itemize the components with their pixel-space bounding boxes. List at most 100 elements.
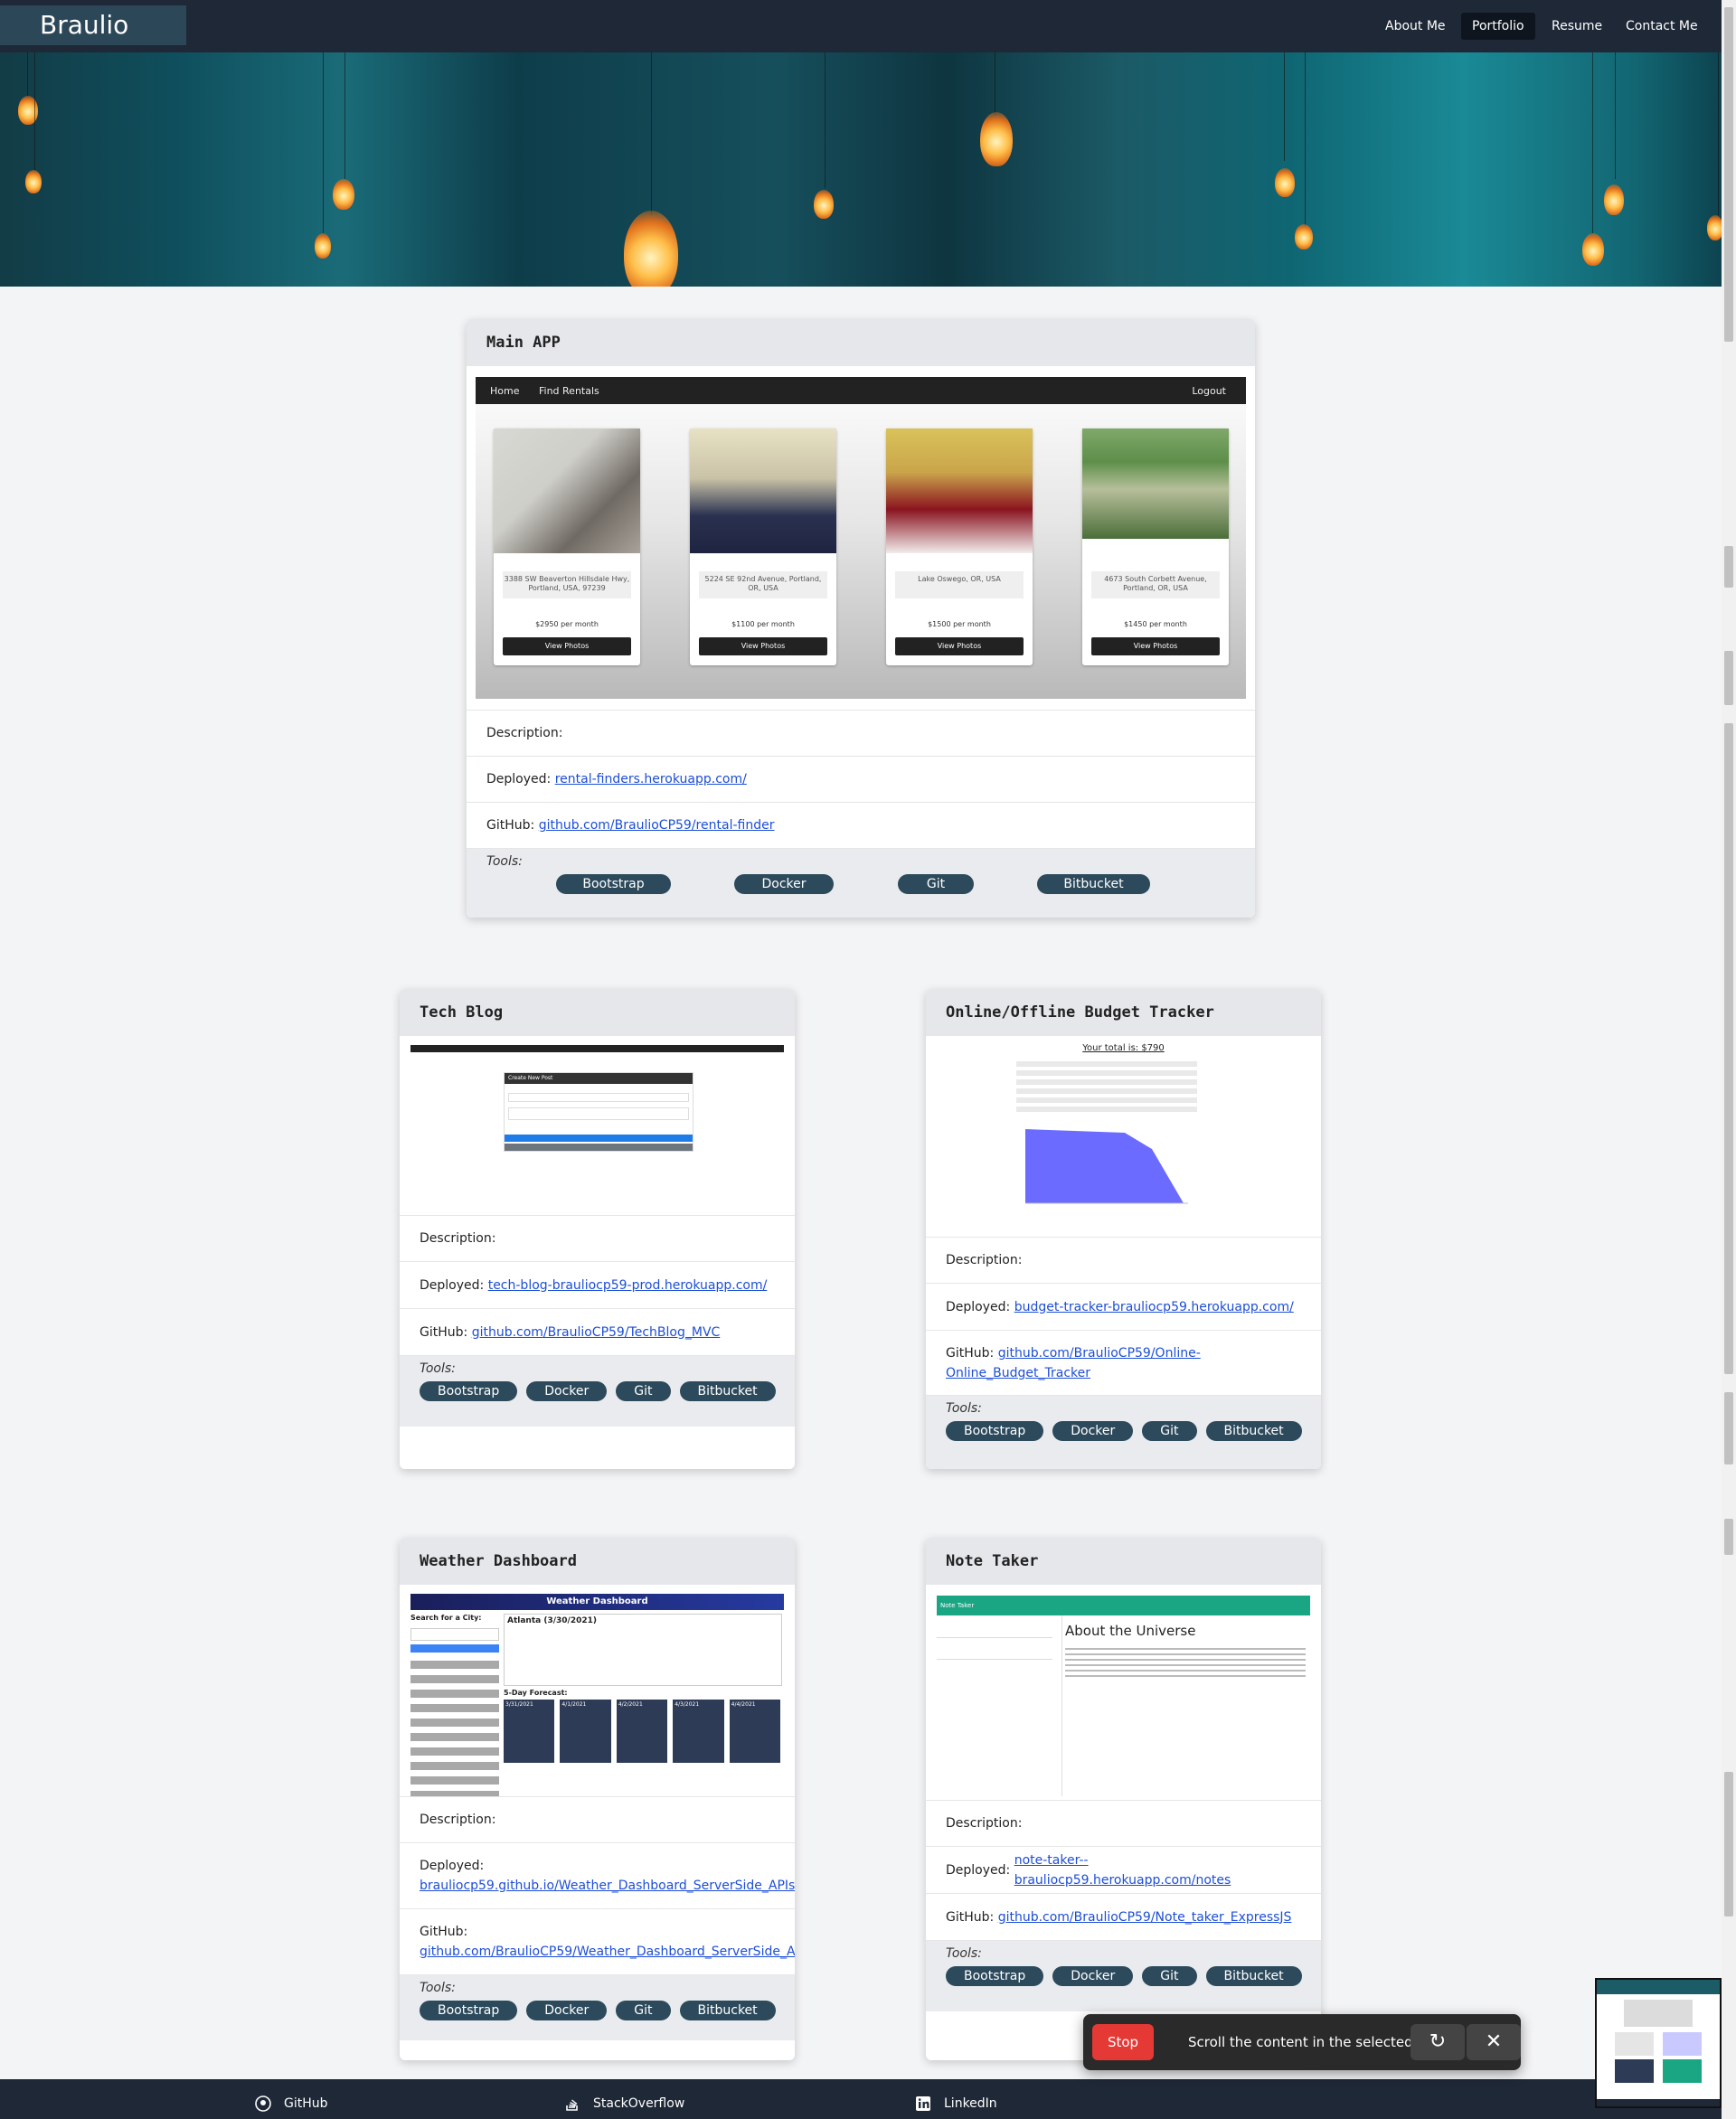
description-row: Description:: [926, 1238, 1321, 1284]
nav-contact-me[interactable]: Contact Me: [1615, 13, 1709, 40]
screenshot-panel-title: Create New Post: [505, 1073, 693, 1084]
tool-badge-bootstrap: Bootstrap: [420, 1381, 518, 1401]
footer-linkedin-label: LinkedIn: [944, 2096, 997, 2111]
scrollbar-segment: [1724, 651, 1733, 705]
card-title: Note Taker: [926, 1538, 1321, 1585]
close-icon[interactable]: ✕: [1467, 2024, 1521, 2060]
github-link[interactable]: github.com/BraulioCP59/Weather_Dashboard…: [420, 1945, 795, 1959]
portfolio-section: Main APP Home Find Rentals Logout 3388 S…: [235, 287, 1486, 2079]
listing-photo: [494, 429, 640, 553]
screenshot-nav-find-rentals: Find Rentals: [539, 385, 599, 397]
card-title: Main APP: [467, 319, 1255, 366]
screenshot-forecast-label: 5-Day Forecast:: [504, 1689, 568, 1697]
tool-badge-bootstrap: Bootstrap: [420, 2001, 518, 2020]
hero-banner-image: [0, 52, 1722, 287]
listing-photo: [886, 429, 1033, 553]
nav-resume[interactable]: Resume: [1541, 13, 1613, 40]
deployed-label: Deployed:: [486, 772, 552, 786]
page-scrollbar[interactable]: [1722, 0, 1736, 2119]
deployed-link[interactable]: brauliocp59.github.io/Weather_Dashboard_…: [420, 1879, 795, 1893]
forecast-day-card: 4/1/2021: [560, 1700, 611, 1763]
listing-price: $1450 per month: [1124, 620, 1187, 628]
deployed-link[interactable]: rental-finders.herokuapp.com/: [555, 769, 747, 789]
description-label: Description:: [946, 1816, 1023, 1831]
screenshot-note-heading: About the Universe: [1065, 1623, 1196, 1639]
brand-logo[interactable]: Braulio Mora: [0, 5, 186, 80]
description-row: Description:: [400, 1216, 795, 1262]
project-card-weather-dashboard: Weather Dashboard Weather Dashboard Sear…: [400, 1538, 795, 2060]
tools-label: Tools:: [946, 1946, 982, 1961]
scroll-instruction-text: Scroll the content in the selected area: [1188, 2034, 1448, 2050]
screenshot-city-heading: Atlanta (3/30/2021): [507, 1616, 597, 1625]
card-title: Tech Blog: [400, 989, 795, 1036]
footer-linkedin-link[interactable]: LinkedIn: [915, 2095, 997, 2112]
tech-blog-screenshot[interactable]: Create New Post: [400, 1036, 795, 1216]
deployed-row: Deployed: rental-finders.herokuapp.com/: [467, 757, 1255, 803]
deployed-label: Deployed:: [420, 1277, 485, 1293]
reset-icon[interactable]: ↻: [1410, 2024, 1465, 2060]
scroll-capture-toolbar: Stop Scroll the content in the selected …: [1083, 2014, 1521, 2070]
tool-badge-git: Git: [616, 1381, 671, 1401]
scrollbar-segment: [1724, 723, 1733, 1374]
listing-price: $1500 per month: [928, 620, 991, 628]
scrollbar-thumb[interactable]: [1724, 7, 1733, 342]
forecast-day-card: 3/31/2021: [504, 1700, 555, 1763]
description-row: Description:: [467, 711, 1255, 757]
deployed-link[interactable]: budget-tracker-brauliocp59.herokuapp.com…: [1014, 1297, 1294, 1317]
screenshot-area-chart: [1025, 1129, 1188, 1204]
footer-github-link[interactable]: GitHub: [255, 2095, 328, 2112]
github-link[interactable]: github.com/BraulioCP59/Note_taker_Expres…: [998, 1907, 1292, 1927]
tools-section: Tools: Bootstrap Docker Git Bitbucket: [926, 1396, 1321, 1469]
listing-photo: [1082, 429, 1229, 539]
screenshot-header: Weather Dashboard: [410, 1594, 784, 1610]
weather-screenshot[interactable]: Weather Dashboard Search for a City: Atl…: [400, 1585, 795, 1797]
tools-label: Tools:: [946, 1401, 982, 1416]
github-label: GitHub:: [486, 818, 535, 833]
tool-badge-docker: Docker: [526, 1381, 608, 1401]
screenshot-nav-home: Home: [490, 385, 520, 397]
github-link[interactable]: github.com/BraulioCP59/TechBlog_MVC: [472, 1323, 721, 1342]
view-photos-button: View Photos: [699, 637, 827, 655]
github-link[interactable]: github.com/BraulioCP59/rental-finder: [539, 815, 775, 835]
tool-badge-bitbucket: Bitbucket: [679, 2001, 776, 2020]
tools-section: Tools: Bootstrap Docker Git Bitbucket: [400, 1975, 795, 2040]
note-taker-screenshot[interactable]: Note Taker About the Universe: [926, 1585, 1321, 1801]
github-link[interactable]: github.com/BraulioCP59/Online-: [998, 1346, 1201, 1361]
view-photos-button: View Photos: [503, 637, 631, 655]
footer-stackoverflow-link[interactable]: StackOverflow: [564, 2095, 684, 2112]
deployed-link[interactable]: note-taker--brauliocp59.herokuapp.com/no…: [1014, 1851, 1301, 1890]
project-card-main-app: Main APP Home Find Rentals Logout 3388 S…: [467, 319, 1255, 918]
github-row: GitHub: github.com/BraulioCP59/Note_take…: [926, 1894, 1321, 1941]
github-row: GitHub: github.com/BraulioCP59/TechBlog_…: [400, 1309, 795, 1356]
main-app-screenshot[interactable]: Home Find Rentals Logout 3388 SW Beavert…: [467, 366, 1255, 711]
view-photos-button: View Photos: [1091, 637, 1220, 655]
listing-address: 5224 SE 92nd Avenue, Portland, OR, USA: [699, 571, 827, 598]
nav-about-me[interactable]: About Me: [1374, 13, 1457, 40]
tool-badge-docker: Docker: [1052, 1966, 1134, 1986]
deployed-link[interactable]: tech-blog-brauliocp59-prod.herokuapp.com…: [488, 1276, 768, 1295]
deployed-label: Deployed:: [946, 1862, 1011, 1878]
screenshot-nav-logout: Logout: [1192, 385, 1226, 397]
tool-badge-bitbucket: Bitbucket: [1037, 874, 1150, 894]
card-title: Online/Offline Budget Tracker: [926, 989, 1321, 1036]
tool-badge-docker: Docker: [1052, 1421, 1134, 1441]
tools-section: Tools: Bootstrap Docker Git Bitbucket: [926, 1941, 1321, 2011]
listing-price: $1100 per month: [731, 620, 795, 628]
capture-preview-thumbnail[interactable]: [1595, 1978, 1722, 2108]
forecast-day-card: 4/4/2021: [729, 1700, 781, 1763]
listing-card: 4673 South Corbett Avenue, Portland, OR,…: [1082, 429, 1229, 665]
github-link-continued[interactable]: Online_Budget_Tracker: [946, 1366, 1090, 1380]
deployed-row: Deployed: tech-blog-brauliocp59-prod.her…: [400, 1262, 795, 1309]
tool-badge-bitbucket: Bitbucket: [679, 1381, 776, 1401]
screenshot-navbar: Home Find Rentals Logout: [476, 377, 1246, 404]
scrollbar-segment: [1724, 1772, 1733, 1917]
nav-portfolio[interactable]: Portfolio: [1461, 13, 1535, 40]
tool-badge-git: Git: [1142, 1421, 1197, 1441]
github-icon: [255, 2095, 271, 2112]
description-label: Description:: [946, 1253, 1023, 1267]
top-navbar: Braulio Mora About Me Portfolio Resume C…: [0, 0, 1722, 80]
stop-button[interactable]: Stop: [1092, 2024, 1154, 2060]
budget-tracker-screenshot[interactable]: Your total is: $790: [926, 1036, 1321, 1238]
description-row: Description:: [400, 1797, 795, 1843]
github-row: GitHub: github.com/BraulioCP59/Online- O…: [926, 1331, 1321, 1396]
